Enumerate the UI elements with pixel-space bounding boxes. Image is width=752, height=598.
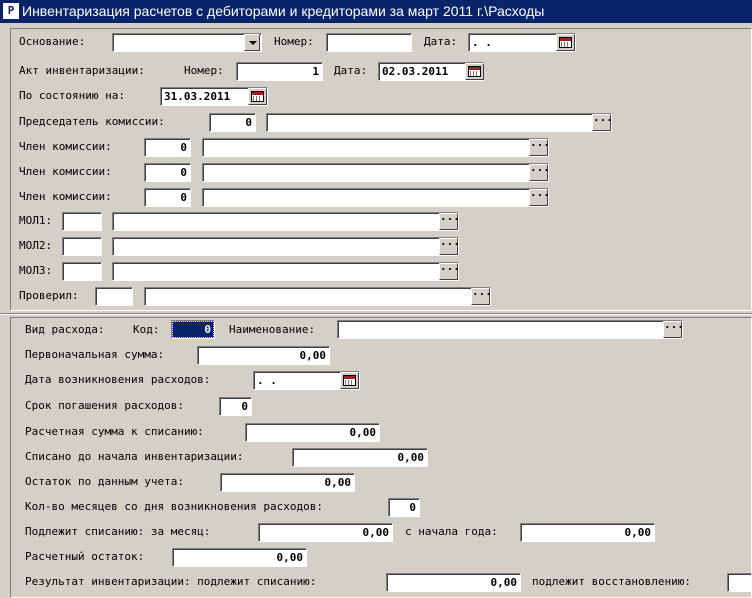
naim-label: Наименование: [229, 323, 316, 336]
member-name[interactable] [202, 188, 549, 207]
proveril-code[interactable] [95, 287, 133, 306]
kolvo-label: Кол-во месяцев со дня возникновения расх… [25, 500, 324, 513]
ostatok-label: Остаток по данным учета: [25, 475, 184, 488]
mol-label: МОЛ1: [19, 214, 53, 227]
ostatok-input[interactable]: 0,00 [220, 473, 355, 492]
mol-label: МОЛ2: [19, 239, 53, 252]
rasch-ost-label: Расчетный остаток: [25, 550, 145, 563]
mol-label: МОЛ3: [19, 264, 53, 277]
section-divider [0, 313, 752, 315]
member-label: Член комиссии: [19, 140, 112, 153]
member-code[interactable]: 0 [144, 138, 191, 157]
calendar-icon[interactable] [248, 88, 267, 105]
mol-code[interactable] [62, 212, 102, 231]
mol-name[interactable] [112, 262, 459, 281]
srok-label: Срок погашения расходов: [25, 399, 184, 412]
kolvo-input[interactable]: 0 [388, 498, 420, 517]
akt-label: Акт инвентаризации: [19, 64, 145, 77]
proveril-name[interactable] [144, 287, 491, 306]
member-code[interactable]: 0 [144, 188, 191, 207]
ellipsis-button[interactable]: ··· [592, 114, 613, 131]
window-title: Инвентаризация расчетов с дебиторами и к… [22, 3, 545, 19]
sostoyanie-label: По состоянию на: [19, 89, 125, 102]
predsedatel-label: Председатель комиссии: [19, 115, 165, 128]
mol-code[interactable] [62, 237, 102, 256]
akt-nomer-label: Номер: [184, 64, 224, 77]
member-name[interactable] [202, 138, 549, 157]
ellipsis-button[interactable]: ··· [439, 238, 460, 255]
mol-code[interactable] [62, 262, 102, 281]
spisano-label: Списано до начала инвентаризации: [25, 450, 244, 463]
vid-label: Вид расхода: [25, 323, 105, 336]
result-label: Результат инвентаризации: подлежит списа… [25, 575, 317, 588]
predsedatel-name[interactable] [266, 113, 612, 132]
result-spis-input[interactable]: 0,00 [386, 573, 521, 592]
podl-label: Подлежит списанию: за месяц: [25, 525, 211, 538]
member-label: Член комиссии: [19, 165, 112, 178]
result-vost-label: подлежит восстановлению: [532, 575, 691, 588]
akt-nomer-input[interactable]: 1 [236, 62, 323, 81]
title-bar[interactable]: Р Инвентаризация расчетов с дебиторами и… [0, 0, 752, 23]
osnovanie-label: Основание: [19, 35, 86, 48]
ellipsis-button[interactable]: ··· [471, 288, 492, 305]
podl-year-label: с начала года: [405, 525, 498, 538]
member-label: Член комиссии: [19, 190, 112, 203]
calendar-icon[interactable] [556, 34, 575, 51]
proveril-label: Проверил: [19, 289, 79, 302]
akt-data-label: Дата: [334, 64, 368, 77]
ellipsis-button[interactable]: ··· [663, 321, 684, 338]
srok-input[interactable]: 0 [219, 397, 252, 416]
naim-input[interactable] [337, 320, 683, 339]
kod-input[interactable]: 0 [171, 320, 215, 339]
chevron-down-icon[interactable] [244, 34, 260, 51]
result-vost-input[interactable] [727, 573, 752, 592]
data-label: Дата: [424, 35, 458, 48]
member-name[interactable] [202, 163, 549, 182]
calendar-icon[interactable] [465, 63, 484, 80]
kod-label: Код: [133, 323, 160, 336]
calendar-icon[interactable] [340, 372, 359, 389]
rasch-label: Расчетная сумма к списанию: [25, 425, 204, 438]
podl-year-input[interactable]: 0,00 [520, 523, 655, 542]
osnovanie-combo[interactable] [112, 33, 262, 52]
podl-month-input[interactable]: 0,00 [258, 523, 393, 542]
rasch-input[interactable]: 0,00 [245, 423, 380, 442]
data-voz-label: Дата возникновения расходов: [25, 373, 211, 386]
rasch-ost-input[interactable]: 0,00 [172, 548, 307, 567]
ellipsis-button[interactable]: ··· [439, 263, 460, 280]
member-code[interactable]: 0 [144, 163, 191, 182]
predsedatel-code[interactable]: 0 [209, 113, 256, 132]
ellipsis-button[interactable]: ··· [529, 189, 550, 206]
nomer-label: Номер: [274, 35, 314, 48]
perv-label: Первоначальная сумма: [25, 348, 165, 361]
mol-name[interactable] [112, 212, 459, 231]
perv-input[interactable]: 0,00 [197, 346, 330, 365]
ellipsis-button[interactable]: ··· [529, 164, 550, 181]
app-logo-icon: Р [3, 3, 19, 19]
spisano-input[interactable]: 0,00 [292, 448, 428, 467]
nomer-input[interactable] [326, 33, 412, 52]
ellipsis-button[interactable]: ··· [439, 213, 460, 230]
mol-name[interactable] [112, 237, 459, 256]
ellipsis-button[interactable]: ··· [529, 139, 550, 156]
